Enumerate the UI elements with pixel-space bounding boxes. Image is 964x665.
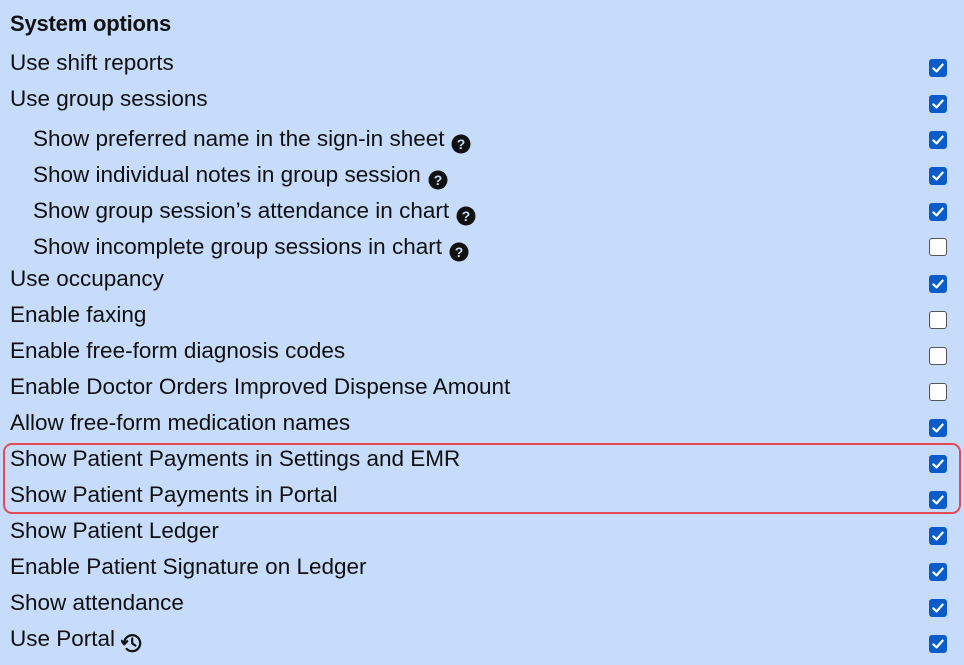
option-label-text: Enable free-form diagnosis codes xyxy=(10,338,346,363)
option-label-text: Use shift reports xyxy=(10,50,174,75)
option-label: Enable Patient Signature on Ledger xyxy=(10,549,367,585)
option-label: Show Patient Ledger xyxy=(10,513,219,549)
option-label-text: Enable faxing xyxy=(10,302,147,327)
free-form-diagnosis-checkbox[interactable] xyxy=(929,347,947,365)
checkmark-icon xyxy=(932,63,944,73)
option-label: Use shift reports xyxy=(10,45,174,81)
option-row-show-individual-notes: Show individual notes in group session ? xyxy=(0,157,964,193)
option-row-show-attendance-in-chart: Show group session’s attendance in chart… xyxy=(0,193,964,229)
use-portal-checkbox[interactable] xyxy=(929,635,947,653)
help-circle-icon[interactable]: ? xyxy=(428,165,448,190)
checkmark-icon xyxy=(932,567,944,577)
svg-text:?: ? xyxy=(457,136,466,152)
checkmark-icon xyxy=(932,531,944,541)
option-label-text: Use Portal xyxy=(10,626,116,651)
use-shift-reports-checkbox[interactable] xyxy=(929,59,947,77)
option-label: Use group sessions xyxy=(10,81,208,117)
checkmark-icon xyxy=(932,459,944,469)
option-label: Enable free-form diagnosis codes xyxy=(10,333,345,369)
option-label: Show Patient Payments in Portal xyxy=(10,477,338,513)
option-label-text: Show Patient Payments in Portal xyxy=(10,482,338,507)
option-row-signature-ledger: Enable Patient Signature on Ledger xyxy=(0,549,964,585)
payments-settings-emr-checkbox[interactable] xyxy=(929,455,947,473)
option-label-text: Show attendance xyxy=(10,590,184,615)
option-label-text: Show incomplete group sessions in chart xyxy=(33,234,442,259)
checkmark-icon xyxy=(932,423,944,433)
option-row-show-preferred-name: Show preferred name in the sign-in sheet… xyxy=(0,121,964,157)
section-title: System options xyxy=(10,11,172,36)
checkmark-icon xyxy=(932,495,944,505)
history-icon[interactable] xyxy=(120,629,142,653)
option-row-enable-faxing: Enable faxing xyxy=(0,297,964,333)
option-label: Use Portal xyxy=(10,621,142,657)
option-label-text: Allow free-form medication names xyxy=(10,410,351,435)
checkmark-icon xyxy=(932,279,944,289)
option-label: Show group session’s attendance in chart… xyxy=(33,193,476,229)
option-label: Allow free-form medication names xyxy=(10,405,350,441)
free-form-medication-checkbox[interactable] xyxy=(929,419,947,437)
option-row-payments-portal: Show Patient Payments in Portal xyxy=(0,477,964,513)
option-row-payments-settings-emr: Show Patient Payments in Settings and EM… xyxy=(0,441,964,477)
option-row-free-form-medication: Allow free-form medication names xyxy=(0,405,964,441)
option-label: Use occupancy xyxy=(10,261,164,297)
option-row-use-group-sessions: Use group sessions xyxy=(0,81,964,117)
help-circle-icon[interactable]: ? xyxy=(451,129,471,154)
signature-ledger-checkbox[interactable] xyxy=(929,563,947,581)
option-row-patient-ledger: Show Patient Ledger xyxy=(0,513,964,549)
checkmark-icon xyxy=(932,207,944,217)
checkmark-icon xyxy=(932,171,944,181)
option-label-text: Use group sessions xyxy=(10,86,208,111)
payments-portal-checkbox[interactable] xyxy=(929,491,947,509)
help-circle-icon[interactable]: ? xyxy=(449,237,469,262)
option-label: Show attendance xyxy=(10,585,184,621)
show-attendance-in-chart-checkbox[interactable] xyxy=(929,203,947,221)
option-label-text: Enable Doctor Orders Improved Dispense A… xyxy=(10,374,511,399)
checkmark-icon xyxy=(932,99,944,109)
option-label: Enable faxing xyxy=(10,297,146,333)
option-label: Show incomplete group sessions in chart … xyxy=(33,229,469,265)
option-label-text: Show Patient Payments in Settings and EM… xyxy=(10,446,461,471)
svg-text:?: ? xyxy=(455,244,464,260)
show-preferred-name-checkbox[interactable] xyxy=(929,131,947,149)
use-occupancy-checkbox[interactable] xyxy=(929,275,947,293)
show-incomplete-sessions-checkbox[interactable] xyxy=(929,238,947,256)
option-label-text: Enable Patient Signature on Ledger xyxy=(10,554,367,579)
option-label-text: Show Patient Ledger xyxy=(10,518,219,543)
checkmark-icon xyxy=(932,135,944,145)
option-label: Show Patient Payments in Settings and EM… xyxy=(10,441,460,477)
option-label-text: Show individual notes in group session xyxy=(33,162,421,187)
checkmark-icon xyxy=(932,639,944,649)
enable-faxing-checkbox[interactable] xyxy=(929,311,947,329)
option-row-show-attendance: Show attendance xyxy=(0,585,964,621)
show-attendance-checkbox[interactable] xyxy=(929,599,947,617)
show-individual-notes-checkbox[interactable] xyxy=(929,167,947,185)
svg-text:?: ? xyxy=(433,172,442,188)
option-row-free-form-diagnosis: Enable free-form diagnosis codes xyxy=(0,333,964,369)
option-label-text: Use occupancy xyxy=(10,266,164,291)
doctor-orders-dispense-checkbox[interactable] xyxy=(929,383,947,401)
option-row-use-occupancy: Use occupancy xyxy=(0,261,964,297)
option-label-text: Show group session’s attendance in chart xyxy=(33,198,450,223)
checkmark-icon xyxy=(932,603,944,613)
option-row-show-incomplete-sessions: Show incomplete group sessions in chart … xyxy=(0,229,964,265)
option-row-doctor-orders-dispense: Enable Doctor Orders Improved Dispense A… xyxy=(0,369,964,405)
option-label-text: Show preferred name in the sign-in sheet xyxy=(33,126,445,151)
help-circle-icon[interactable]: ? xyxy=(456,201,476,226)
option-label: Enable Doctor Orders Improved Dispense A… xyxy=(10,369,510,405)
option-label: Show individual notes in group session ? xyxy=(33,157,448,193)
system-options-panel: System options Use shift reports Use gro… xyxy=(0,0,964,662)
option-label: Show preferred name in the sign-in sheet… xyxy=(33,121,471,157)
use-group-sessions-checkbox[interactable] xyxy=(929,95,947,113)
option-row-use-portal: Use Portal xyxy=(0,621,964,657)
patient-ledger-checkbox[interactable] xyxy=(929,527,947,545)
option-row-use-shift-reports: Use shift reports xyxy=(0,45,964,81)
svg-text:?: ? xyxy=(462,208,471,224)
